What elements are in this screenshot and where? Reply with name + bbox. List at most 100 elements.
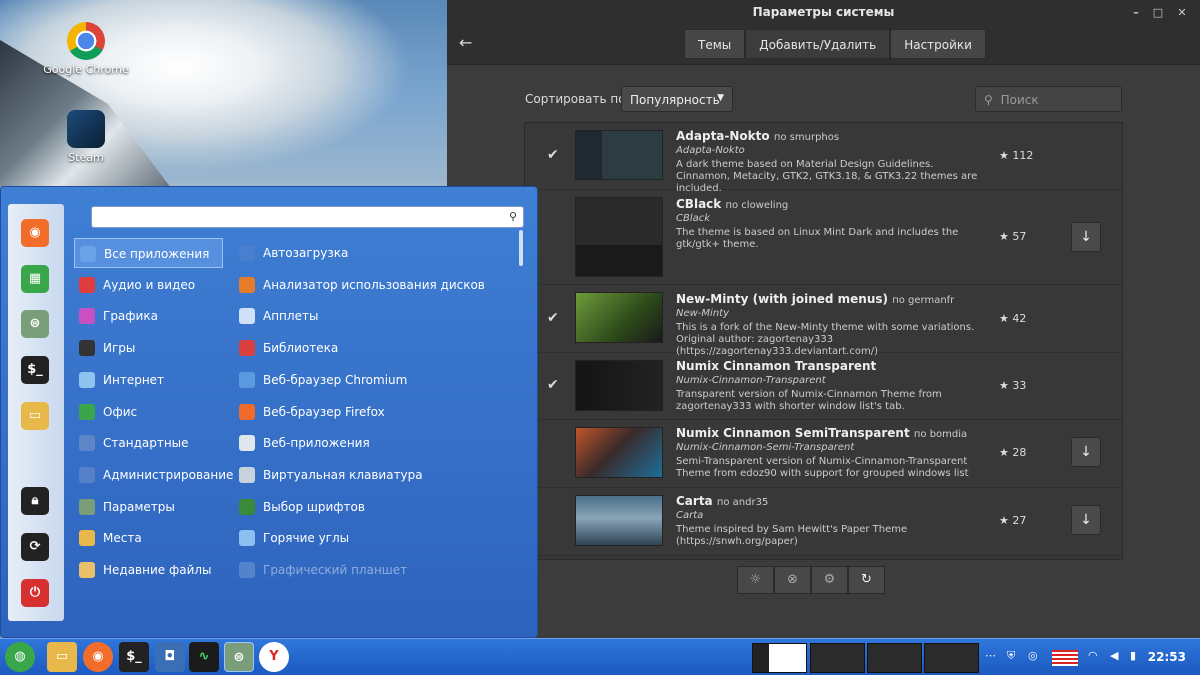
yandex-browser-icon[interactable]: Y — [259, 642, 289, 672]
download-button[interactable]: ↓ — [1071, 437, 1101, 467]
theme-row[interactable]: ✔ New-Minty (with joined menus) по germa… — [525, 285, 1122, 357]
menu-item-media[interactable]: Аудио и видео — [74, 270, 223, 300]
desktop-icon-chrome[interactable]: Google Chrome — [41, 22, 131, 76]
logout-icon[interactable]: ⟳ — [21, 533, 49, 561]
theme-row[interactable]: Carta по andr35 Carta Theme inspired by … — [525, 488, 1122, 556]
library-icon — [239, 340, 255, 357]
tab-settings[interactable]: Настройки — [890, 29, 986, 59]
admin-icon — [79, 466, 95, 483]
menu-scrollbar[interactable] — [519, 230, 523, 266]
menu-item-recent[interactable]: Недавние файлы — [74, 555, 223, 585]
lightbulb-icon[interactable]: ☼ — [737, 566, 774, 594]
workspace-2[interactable] — [810, 643, 865, 673]
menu-item-games[interactable]: Игры — [74, 333, 223, 363]
menu-item-disk-usage[interactable]: Анализатор использования дисков — [234, 270, 504, 300]
menu-item-applets[interactable]: Апплеты — [234, 301, 504, 331]
tab-add-remove[interactable]: Добавить/Удалить — [745, 29, 891, 59]
settings-toggle-icon[interactable]: ⊜ — [224, 642, 254, 672]
menu-item-label: Графика — [103, 309, 158, 324]
workspace-1[interactable] — [752, 643, 807, 673]
close-button[interactable]: ✕ — [1172, 0, 1192, 25]
theme-name: Numix Cinnamon Transparent — [676, 359, 877, 373]
media-icon — [79, 276, 95, 293]
menu-search-input[interactable]: ⚲ — [91, 206, 524, 228]
sort-value: Популярность — [630, 93, 720, 107]
workspace-4[interactable] — [924, 643, 979, 673]
window-header: ← Темы Добавить/Удалить Настройки — [447, 25, 1200, 65]
menu-item-fonts[interactable]: Выбор шрифтов — [234, 492, 504, 522]
us-flag-icon[interactable] — [1052, 650, 1078, 666]
theme-subtitle: Numix-Cinnamon-Transparent — [676, 375, 826, 386]
theme-thumbnail — [575, 495, 663, 546]
menu-item-scissors[interactable]: Стандартные — [74, 428, 223, 458]
menu-item-admin[interactable]: Администрирование — [74, 460, 233, 490]
download-button[interactable]: ↓ — [1071, 222, 1101, 252]
tab-themes[interactable]: Темы — [684, 29, 746, 59]
menu-item-folder[interactable]: Места — [74, 523, 223, 553]
theme-row[interactable]: Numix Cinnamon SemiTransparent по bomdia… — [525, 420, 1122, 488]
grid-app-icon[interactable]: ▦ — [21, 265, 49, 293]
system-monitor-icon[interactable]: ∿ — [189, 642, 219, 672]
desktop-icon-steam[interactable]: Steam — [41, 110, 131, 164]
menu-item-office[interactable]: Офис — [74, 397, 223, 427]
sort-dropdown[interactable]: Популярность ▼ — [621, 86, 733, 112]
theme-row[interactable]: CBlack по cloweling CBlack The theme is … — [525, 190, 1122, 285]
menu-item-firefox[interactable]: Веб-браузер Firefox — [234, 397, 504, 427]
files-icon[interactable]: ▭ — [47, 642, 77, 672]
menu-item-settings[interactable]: Параметры — [74, 492, 223, 522]
remove-icon[interactable]: ⊗ — [774, 566, 811, 594]
refresh-icon[interactable]: ↻ — [848, 566, 885, 594]
desktop-icon-label: Google Chrome — [43, 63, 129, 76]
firefox-icon[interactable]: ◉ — [83, 642, 113, 672]
menu-item-hotcorner[interactable]: Горячие углы — [234, 523, 504, 553]
theme-name: New-Minty (with joined menus) по germanf… — [676, 292, 955, 306]
theme-name: Numix Cinnamon SemiTransparent по bomdia — [676, 426, 968, 440]
theme-description: Transparent version of Numix-Cinnamon Th… — [676, 389, 942, 412]
terminal-icon[interactable]: $_ — [119, 642, 149, 672]
favorites-bar: ◉ ▦ ⊜ $_ ▭ 🔒︎ ⟳ ⏻ — [8, 204, 64, 621]
camera-icon[interactable]: ◘ — [155, 642, 185, 672]
mint-menu-icon[interactable]: ◍ — [5, 642, 35, 672]
settings-toggle-icon[interactable]: ⊜ — [21, 310, 49, 338]
clock[interactable]: 22:53 — [1148, 650, 1186, 664]
workspace-3[interactable] — [867, 643, 922, 673]
search-input[interactable]: ⚲ Поиск — [975, 86, 1122, 112]
menu-item-webapps[interactable]: Веб-приложения — [234, 428, 504, 458]
menu-item-cloud[interactable]: Интернет — [74, 365, 223, 395]
menu-item-keyboard[interactable]: Виртуальная клавиатура — [234, 460, 504, 490]
theme-info: CBlack по cloweling CBlack The theme is … — [676, 197, 986, 251]
gear-icon[interactable]: ⚙ — [811, 566, 848, 594]
lock-icon[interactable]: 🔒︎ — [21, 487, 49, 515]
volume-icon[interactable]: ◀ — [1110, 649, 1118, 662]
menu-item-autostart[interactable]: Автозагрузка — [234, 238, 504, 268]
theme-row[interactable]: ✔ Numix Cinnamon Transparent Numix-Cinna… — [525, 353, 1122, 420]
download-button[interactable]: ↓ — [1071, 505, 1101, 535]
maximize-button[interactable]: □ — [1148, 0, 1168, 25]
menu-item-grid[interactable]: Все приложения — [74, 238, 223, 268]
theme-thumbnail — [575, 292, 663, 343]
shield-icon[interactable]: ⛨ — [1007, 649, 1015, 663]
theme-subtitle: CBlack — [676, 213, 711, 224]
cloud-icon — [79, 371, 95, 388]
intel-icon[interactable]: ◎ — [1028, 649, 1038, 662]
terminal-icon[interactable]: $_ — [21, 356, 49, 384]
menu-item-tablet[interactable]: Графический планшет — [234, 555, 504, 585]
menu-item-graphics[interactable]: Графика — [74, 301, 223, 331]
minimize-button[interactable]: – — [1126, 0, 1146, 25]
theme-row[interactable]: ✔ Adapta-Nokto по smurphos Adapta-Nokto … — [525, 123, 1122, 194]
wifi-icon[interactable]: ◠ — [1088, 649, 1098, 662]
power-icon[interactable]: ⏻ — [21, 579, 49, 607]
menu-item-library[interactable]: Библиотека — [234, 333, 504, 363]
theme-description: Theme inspired by Sam Hewitt's Paper The… — [676, 524, 908, 547]
steam-icon — [67, 110, 105, 148]
battery-icon[interactable]: ▮ — [1130, 649, 1136, 662]
firefox-icon[interactable]: ◉ — [21, 219, 49, 247]
more-icon[interactable]: ⋯ — [985, 649, 996, 662]
folder-icon[interactable]: ▭ — [21, 402, 49, 430]
menu-item-label: Игры — [103, 341, 136, 356]
menu-item-chromium[interactable]: Веб-браузер Chromium — [234, 365, 504, 395]
back-arrow-icon[interactable]: ← — [459, 33, 472, 52]
theme-subtitle: New-Minty — [676, 308, 730, 319]
autostart-icon — [239, 245, 255, 261]
system-settings-window: Параметры системы – □ ✕ ← Темы Добавить/… — [447, 0, 1200, 638]
